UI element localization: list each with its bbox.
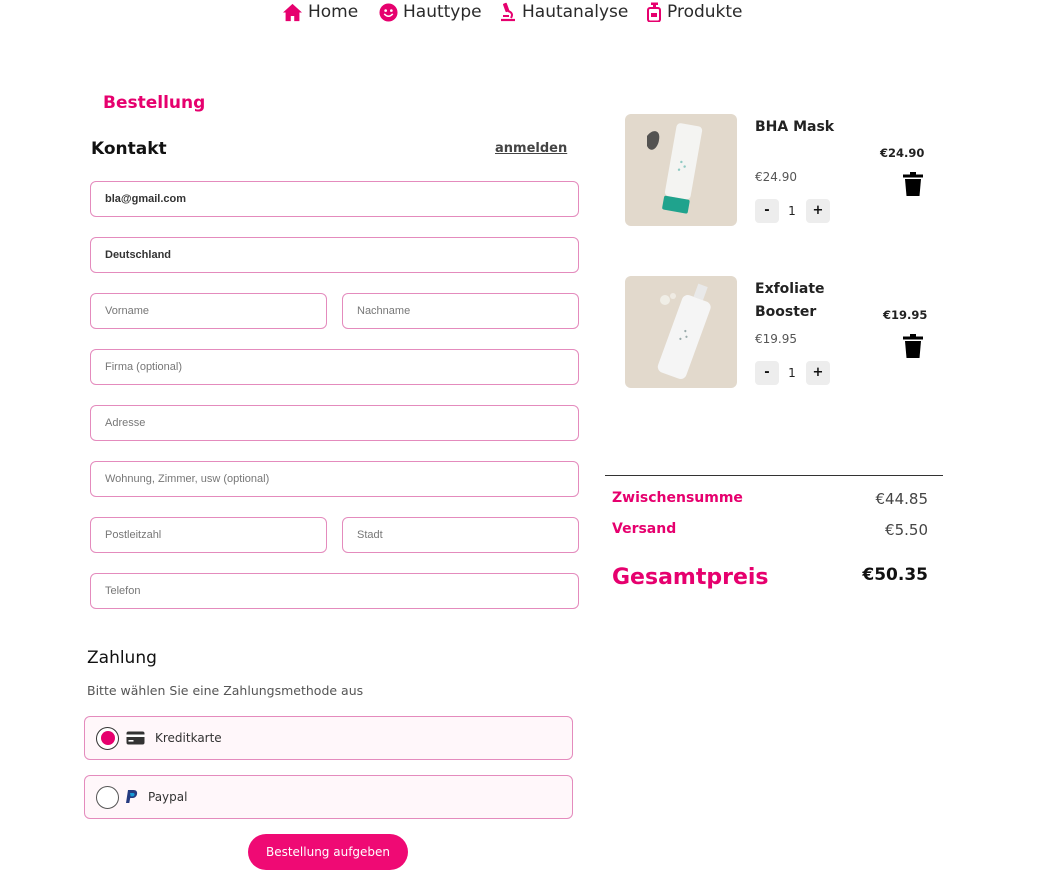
product-line-total: €24.90 bbox=[880, 146, 925, 160]
nav-products[interactable]: Produkte bbox=[646, 1, 743, 23]
nav-skin-type[interactable]: Hauttype bbox=[379, 1, 482, 23]
zip-field[interactable] bbox=[90, 517, 327, 553]
payment-title: Zahlung bbox=[87, 648, 157, 668]
total-value: €50.35 bbox=[862, 565, 928, 585]
nav-skin-analysis-label: Hautanalyse bbox=[522, 2, 629, 22]
payment-subtitle: Bitte wählen Sie eine Zahlungsmethode au… bbox=[87, 683, 364, 698]
decrease-quantity-button[interactable]: - bbox=[755, 199, 779, 223]
product-name: BHA Mask bbox=[755, 119, 835, 135]
product-image-bha-mask bbox=[625, 114, 737, 226]
payment-option-paypal[interactable]: Paypal bbox=[84, 775, 573, 819]
totals-divider bbox=[605, 475, 943, 476]
trash-icon[interactable] bbox=[903, 172, 923, 196]
paypal-label: Paypal bbox=[148, 790, 188, 804]
product-name: Exfoliate Booster bbox=[755, 281, 825, 320]
product-unit-price: €19.95 bbox=[755, 332, 797, 346]
last-name-field[interactable] bbox=[342, 293, 579, 329]
nav-skin-analysis[interactable]: Hautanalyse bbox=[499, 1, 628, 23]
quantity-value: 1 bbox=[788, 366, 796, 380]
nav-home-label: Home bbox=[308, 2, 359, 22]
address-field[interactable] bbox=[90, 405, 579, 441]
credit-card-label: Kreditkarte bbox=[155, 731, 222, 745]
contact-title: Kontakt bbox=[91, 139, 167, 159]
quantity-value: 1 bbox=[788, 204, 796, 218]
shipping-label: Versand bbox=[612, 521, 677, 537]
microscope-icon bbox=[501, 2, 515, 22]
nav-skin-type-label: Hauttype bbox=[403, 2, 482, 22]
increase-quantity-button[interactable]: + bbox=[806, 361, 830, 385]
subtotal-value: €44.85 bbox=[875, 490, 929, 508]
country-field[interactable] bbox=[90, 237, 579, 273]
smiley-icon bbox=[379, 2, 398, 22]
home-icon bbox=[283, 3, 302, 21]
increase-quantity-button[interactable]: + bbox=[806, 199, 830, 223]
company-field[interactable] bbox=[90, 349, 579, 385]
nav-home[interactable]: Home bbox=[282, 1, 358, 23]
paypal-icon bbox=[126, 790, 138, 803]
order-title: Bestellung bbox=[103, 93, 206, 113]
radio-credit-card[interactable] bbox=[96, 726, 119, 750]
product-unit-price: €24.90 bbox=[755, 170, 797, 184]
total-label: Gesamtpreis bbox=[612, 565, 769, 590]
phone-field[interactable] bbox=[90, 573, 579, 609]
tube-product-illustration bbox=[647, 123, 703, 214]
email-field[interactable] bbox=[90, 181, 579, 217]
login-link[interactable]: anmelden bbox=[495, 141, 567, 156]
trash-icon[interactable] bbox=[903, 334, 923, 358]
subtotal-label: Zwischensumme bbox=[612, 490, 743, 506]
apartment-field[interactable] bbox=[90, 461, 579, 497]
credit-card-icon bbox=[126, 731, 145, 745]
pump-bottle-icon bbox=[647, 2, 661, 22]
nav-products-label: Produkte bbox=[667, 2, 743, 22]
shipping-value: €5.50 bbox=[885, 521, 928, 539]
product-line-total: €19.95 bbox=[883, 308, 928, 322]
top-navigation: Home Hauttype Hautanalyse Produkte bbox=[0, 0, 1047, 26]
product-image-exfoliate-booster bbox=[625, 276, 737, 388]
decrease-quantity-button[interactable]: - bbox=[755, 361, 779, 385]
city-field[interactable] bbox=[342, 517, 579, 553]
payment-option-credit-card[interactable]: Kreditkarte bbox=[84, 716, 573, 760]
first-name-field[interactable] bbox=[90, 293, 327, 329]
radio-paypal[interactable] bbox=[96, 785, 119, 809]
place-order-button[interactable]: Bestellung aufgeben bbox=[248, 834, 408, 870]
bottle-product-illustration bbox=[657, 283, 711, 380]
